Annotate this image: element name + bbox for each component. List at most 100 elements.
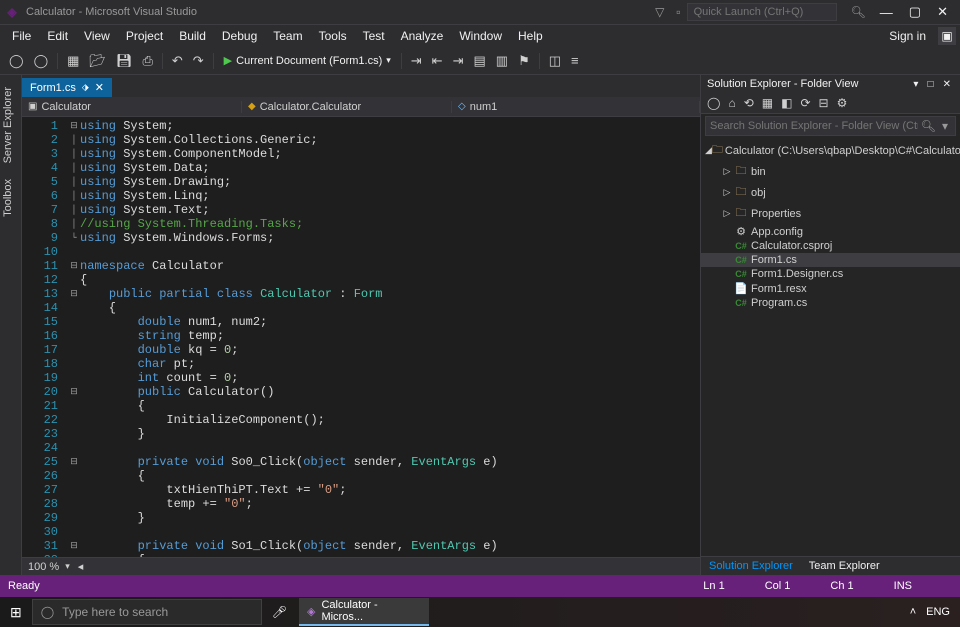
menu-build[interactable]: Build bbox=[171, 26, 214, 46]
chevron-down-icon[interactable]: ▾ bbox=[939, 119, 951, 133]
tree-item[interactable]: C#Form1.Designer.cs bbox=[701, 267, 960, 281]
maximize-button[interactable]: ▢ bbox=[901, 4, 929, 20]
close-icon[interactable]: ✕ bbox=[95, 81, 104, 94]
breadcrumb-member[interactable]: ◇ num1 bbox=[452, 101, 700, 113]
class-icon: ◆ bbox=[248, 101, 256, 112]
menu-edit[interactable]: Edit bbox=[39, 26, 76, 46]
close-icon[interactable]: ✕ bbox=[940, 79, 954, 90]
code-editor[interactable]: using System;using System.Collections.Ge… bbox=[80, 117, 700, 557]
tab-team-explorer[interactable]: Team Explorer bbox=[801, 557, 888, 575]
minimize-button[interactable]: — bbox=[872, 5, 901, 20]
folder-view-icon[interactable]: ▦ bbox=[760, 96, 775, 110]
vs-logo-icon: ◈ bbox=[4, 4, 20, 20]
tree-root[interactable]: ◢🗀Calculator (C:\Users\qbap\Desktop\C#\C… bbox=[701, 140, 960, 161]
play-icon: ▶ bbox=[224, 54, 232, 67]
cortana-mic-icon[interactable]: 🎤︎ bbox=[264, 597, 295, 627]
redo-button[interactable]: ↷ bbox=[188, 50, 209, 72]
toggle-button[interactable]: ◫ bbox=[544, 50, 566, 72]
tree-item[interactable]: ▷🗀Properties bbox=[701, 203, 960, 224]
tree-item[interactable]: C#Form1.cs bbox=[701, 253, 960, 267]
sync-icon[interactable]: ⟲ bbox=[742, 96, 756, 110]
solution-title: Solution Explorer - Folder View bbox=[707, 78, 858, 90]
new-project-button[interactable]: ▦ bbox=[62, 50, 84, 72]
format-button[interactable]: ≡ bbox=[566, 50, 584, 71]
open-file-button[interactable]: 📂︎ bbox=[84, 50, 111, 72]
menu-file[interactable]: File bbox=[4, 26, 39, 46]
step-button[interactable]: ⇥ bbox=[406, 50, 427, 72]
search-icon[interactable]: 🔍︎ bbox=[918, 119, 939, 133]
menu-tools[interactable]: Tools bbox=[311, 26, 355, 46]
field-icon: ◇ bbox=[458, 101, 466, 112]
tree-item[interactable]: ⚙App.config bbox=[701, 224, 960, 239]
tree-item[interactable]: 📄Form1.resx bbox=[701, 281, 960, 296]
windows-start-button[interactable]: ⊞ bbox=[2, 597, 30, 627]
scroll-left-icon[interactable]: ◂ bbox=[78, 560, 84, 573]
menu-project[interactable]: Project bbox=[118, 26, 171, 46]
bookmark-button[interactable]: ⚑ bbox=[513, 50, 535, 72]
user-badge-icon[interactable]: ▣ bbox=[938, 27, 956, 45]
show-all-icon[interactable]: ◧ bbox=[779, 96, 794, 110]
menu-view[interactable]: View bbox=[76, 26, 118, 46]
cortana-icon: ◯ bbox=[41, 605, 54, 619]
home-icon[interactable]: ⌂ bbox=[726, 96, 737, 110]
notification-icon[interactable]: ▫ bbox=[670, 5, 686, 19]
breadcrumb-class[interactable]: ◆ Calculator.Calculator bbox=[242, 101, 452, 113]
tray-lang[interactable]: ENG bbox=[926, 606, 950, 618]
taskbar-search[interactable]: ◯ Type here to search bbox=[32, 599, 262, 625]
undo-button[interactable]: ↶ bbox=[167, 50, 188, 72]
chevron-down-icon: ▾ bbox=[386, 55, 391, 66]
comment-button[interactable]: ▤ bbox=[468, 50, 490, 72]
side-tab-toolbox[interactable]: Toolbox bbox=[0, 171, 21, 225]
tree-item[interactable]: C#Calculator.csproj bbox=[701, 239, 960, 253]
dropdown-icon[interactable]: ▾ bbox=[65, 561, 70, 572]
properties-icon[interactable]: ⚙ bbox=[835, 96, 850, 110]
pin-icon[interactable]: ⬗ bbox=[82, 82, 89, 93]
start-debug-button[interactable]: ▶ Current Document (Form1.cs) ▾ bbox=[218, 52, 397, 69]
vs-icon: ◈ bbox=[307, 605, 315, 618]
doc-tab-label: Form1.cs bbox=[30, 82, 76, 94]
nav-fwd-button[interactable]: ◯ bbox=[29, 50, 54, 72]
solution-search-input[interactable] bbox=[710, 120, 918, 132]
tree-item[interactable]: ▷🗀bin bbox=[701, 161, 960, 182]
status-ready: Ready bbox=[8, 580, 40, 592]
save-button[interactable]: 💾︎ bbox=[111, 50, 138, 72]
tray-expand-icon[interactable]: ˄ bbox=[910, 606, 916, 618]
zoom-label[interactable]: 100 % bbox=[28, 561, 59, 573]
save-all-button[interactable]: ⎙ bbox=[137, 50, 157, 72]
doc-tab[interactable]: Form1.cs ⬗ ✕ bbox=[22, 78, 112, 97]
close-button[interactable]: ✕ bbox=[929, 4, 956, 20]
menu-team[interactable]: Team bbox=[265, 26, 310, 46]
tree-item[interactable]: ▷🗀obj bbox=[701, 182, 960, 203]
signin-link[interactable]: Sign in bbox=[881, 27, 934, 45]
tree-item[interactable]: C#Program.cs bbox=[701, 296, 960, 310]
status-col: Col 1 bbox=[765, 580, 791, 592]
status-line: Ln 1 bbox=[703, 580, 724, 592]
refresh-icon[interactable]: ⟳ bbox=[798, 96, 812, 110]
dropdown-icon[interactable]: ▾ bbox=[910, 79, 921, 90]
outdent-button[interactable]: ⇤ bbox=[427, 50, 448, 72]
tab-solution-explorer[interactable]: Solution Explorer bbox=[701, 557, 801, 575]
status-ch: Ch 1 bbox=[830, 580, 853, 592]
side-tab-server-explorer[interactable]: Server Explorer bbox=[0, 79, 21, 171]
collapse-icon[interactable]: ⊟ bbox=[817, 96, 831, 110]
quick-launch-input[interactable] bbox=[687, 3, 837, 21]
menu-debug[interactable]: Debug bbox=[214, 26, 265, 46]
taskbar-app-vs[interactable]: ◈ Calculator - Micros... bbox=[299, 598, 429, 626]
search-placeholder: Type here to search bbox=[62, 605, 168, 619]
line-gutter: 1 2 3 4 5 6 7 8 9 10 11 12 13 14 15 16 1… bbox=[22, 117, 68, 557]
pin-icon[interactable]: □ bbox=[925, 79, 937, 90]
menu-help[interactable]: Help bbox=[510, 26, 551, 46]
menu-test[interactable]: Test bbox=[355, 26, 393, 46]
breadcrumb-project[interactable]: ▣ Calculator bbox=[22, 101, 242, 113]
back-icon[interactable]: ◯ bbox=[705, 96, 722, 110]
nav-back-button[interactable]: ◯ bbox=[4, 50, 29, 72]
fold-column[interactable]: ⊟│││││││└⊟⊟⊟⊟⊟⊟ bbox=[68, 117, 80, 557]
indent-button[interactable]: ⇥ bbox=[448, 50, 469, 72]
search-icon[interactable]: 🔍︎ bbox=[845, 5, 872, 19]
status-ins: INS bbox=[894, 580, 912, 592]
menu-analyze[interactable]: Analyze bbox=[393, 26, 452, 46]
uncomment-button[interactable]: ▥ bbox=[491, 50, 513, 72]
filter-icon[interactable]: ▽ bbox=[649, 5, 670, 19]
project-icon: ▣ bbox=[28, 101, 37, 112]
menu-window[interactable]: Window bbox=[451, 26, 510, 46]
